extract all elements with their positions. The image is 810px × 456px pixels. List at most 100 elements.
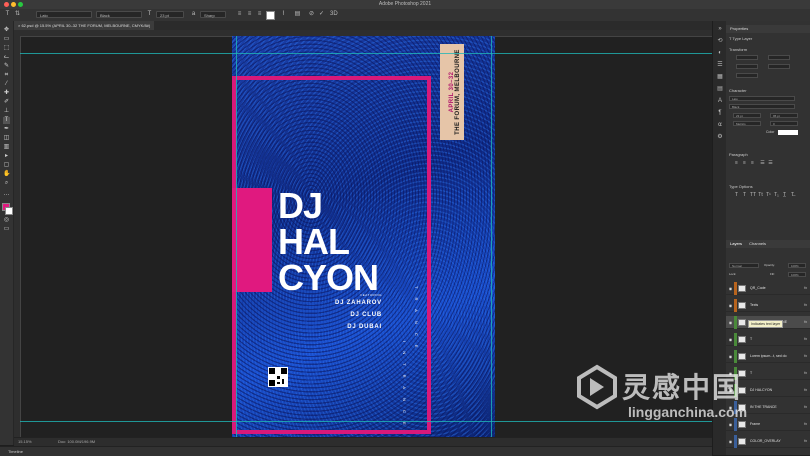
headline-hal[interactable]: HAL [278, 224, 350, 260]
vertical-ruler[interactable] [14, 36, 21, 437]
paragraph-section[interactable]: Paragraph [729, 152, 748, 157]
all-caps-icon[interactable]: TT [750, 193, 756, 198]
history-icon[interactable]: ⟲ [716, 37, 724, 45]
more-tools-icon[interactable]: … [3, 191, 10, 198]
healing-tool-icon[interactable]: ✚ [3, 90, 10, 97]
quick-select-tool-icon[interactable]: ✎ [3, 63, 10, 70]
date-banner[interactable]: APRIL 30–32 THE FORUM, MELBOURNE [440, 44, 464, 140]
type-tool-icon[interactable]: T [4, 11, 11, 18]
align-center-icon[interactable]: ≡ [246, 11, 253, 18]
layer-fx-icon[interactable]: fx [804, 320, 807, 324]
character-leading-field[interactable]: 95 pt [770, 113, 798, 118]
qr-code[interactable] [268, 367, 288, 387]
layer-fx-icon[interactable]: fx [804, 439, 807, 443]
visibility-eye-icon[interactable]: ◉ [728, 320, 733, 325]
stamp-tool-icon[interactable]: ⊥ [3, 108, 10, 115]
headline-dj[interactable]: DJ [278, 188, 323, 224]
text-color-swatch[interactable] [266, 11, 275, 20]
subscript-icon[interactable]: T₁ [774, 193, 779, 198]
gradients-icon[interactable]: ▤ [716, 85, 724, 93]
eraser-tool-icon[interactable]: ◫ [3, 135, 10, 142]
glyphs-icon[interactable]: ⍺ [716, 121, 724, 129]
para-align-center-icon[interactable]: ≡ [742, 161, 747, 166]
properties-header[interactable]: Properties [726, 25, 810, 33]
guide-vertical-left[interactable] [236, 36, 237, 437]
layer-row[interactable]: ◉ COLOR_OVERLAY fx [726, 435, 810, 448]
type-options-section[interactable]: Type Options [729, 184, 753, 189]
visibility-eye-icon[interactable]: ◉ [728, 286, 733, 291]
layer-fx-icon[interactable]: fx [804, 303, 807, 307]
artist-2[interactable]: DJ CLUB [350, 312, 382, 318]
marquee-tool-icon[interactable]: ⬚ [3, 45, 10, 52]
fill-field[interactable]: 100% [788, 272, 806, 277]
crop-tool-icon[interactable]: ⌗ [3, 72, 10, 79]
adjustments-icon[interactable]: ◐ [716, 49, 724, 57]
eyedropper-tool-icon[interactable]: ⁄ [3, 81, 10, 88]
libraries-icon[interactable]: ☰ [716, 61, 724, 69]
path-select-tool-icon[interactable]: ▸ [3, 153, 10, 160]
poster-artboard[interactable]: DJ HAL CYON FEATURING DJ ZAHAROV DJ CLUB… [232, 36, 495, 437]
transform-x-field[interactable] [736, 64, 758, 69]
commit-edit-icon[interactable]: ✓ [318, 11, 325, 18]
blend-mode-select[interactable]: Normal [729, 263, 759, 268]
brush-tool-icon[interactable]: ✐ [3, 99, 10, 106]
guide-horizontal-top[interactable] [20, 53, 712, 54]
swatches-icon[interactable]: ▦ [716, 73, 724, 81]
para-align-left-icon[interactable]: ≡ [734, 161, 739, 166]
transform-h-field[interactable] [768, 55, 790, 60]
antialias-select[interactable]: Sharp [200, 11, 226, 18]
character-tracking-value[interactable]: 0 [770, 121, 798, 126]
layer-fx-icon[interactable]: fx [804, 286, 807, 290]
character-size-field[interactable]: 23 pt [733, 113, 761, 118]
featuring-label[interactable]: FEATURING [342, 293, 382, 297]
text-orientation-icon[interactable]: ⇅ [14, 11, 21, 18]
para-justify-all-icon[interactable]: ☰ [768, 161, 773, 166]
faux-italic-icon[interactable]: T [742, 193, 747, 198]
layer-row[interactable]: ◉ Texts fx [726, 299, 810, 312]
transform-section[interactable]: Transform [729, 47, 747, 52]
small-caps-icon[interactable]: Tt [758, 193, 763, 198]
layer-fx-icon[interactable]: fx [804, 337, 807, 341]
strikethrough-icon[interactable]: T̶ [790, 193, 795, 198]
vertical-text-left[interactable]: I N T R A N C E [402, 341, 407, 429]
font-size-select[interactable]: 23 pt [156, 11, 184, 18]
para-justify-icon[interactable]: ☰ [760, 161, 765, 166]
move-tool-icon[interactable]: ✥ [3, 27, 10, 34]
quick-mask-icon[interactable]: ◎ [3, 217, 10, 224]
character-panel-icon[interactable]: ▤ [294, 11, 301, 18]
type-tool-icon-active[interactable]: T [3, 117, 10, 124]
artboard-tool-icon[interactable]: ▭ [3, 36, 10, 43]
character-font-select[interactable]: Lato [729, 96, 795, 101]
character-tracking-field[interactable]: Metrics [733, 121, 761, 126]
transform-angle-field[interactable] [736, 73, 758, 78]
layer-row[interactable]: ◉ QR_Code fx [726, 282, 810, 295]
opacity-field[interactable]: 100% [788, 263, 806, 268]
align-left-icon[interactable]: ≡ [236, 11, 243, 18]
faux-bold-icon[interactable]: T [734, 193, 739, 198]
visibility-eye-icon[interactable]: ◉ [728, 439, 733, 444]
collapse-panels-icon[interactable]: » [716, 25, 724, 33]
cancel-edit-icon[interactable]: ⊘ [308, 11, 315, 18]
headline-cyon[interactable]: CYON [278, 260, 379, 296]
doc-size-readout[interactable]: Doc: 100.0M/196.9M [58, 439, 95, 444]
document-tab[interactable]: × 62.psd @ 15.5% (APRIL 30–32 THE FORUM,… [14, 21, 155, 30]
font-family-select[interactable]: Lato [36, 11, 92, 18]
zoom-readout[interactable]: 15.15% [18, 439, 32, 444]
align-right-icon[interactable]: ≡ [256, 11, 263, 18]
paragraph-icon[interactable]: ¶ [716, 109, 724, 117]
character-style-select[interactable]: Black [729, 104, 795, 109]
artist-1[interactable]: DJ ZAHAROV [335, 300, 382, 306]
underline-icon[interactable]: T̲ [782, 193, 787, 198]
tool-presets-icon[interactable]: ⚙ [716, 133, 724, 141]
character-section[interactable]: Character [729, 88, 747, 93]
character-color-swatch[interactable] [778, 130, 798, 135]
character-icon[interactable]: A [716, 97, 724, 105]
lasso-tool-icon[interactable]: ᓚ [3, 54, 10, 61]
shape-tool-icon[interactable]: ▢ [3, 162, 10, 169]
para-align-right-icon[interactable]: ≡ [750, 161, 755, 166]
pen-tool-icon[interactable]: ✒ [3, 126, 10, 133]
gradient-tool-icon[interactable]: ▥ [3, 144, 10, 151]
hand-tool-icon[interactable]: ✋ [3, 171, 10, 178]
font-style-select[interactable]: Black [96, 11, 142, 18]
transform-w-field[interactable] [736, 55, 758, 60]
